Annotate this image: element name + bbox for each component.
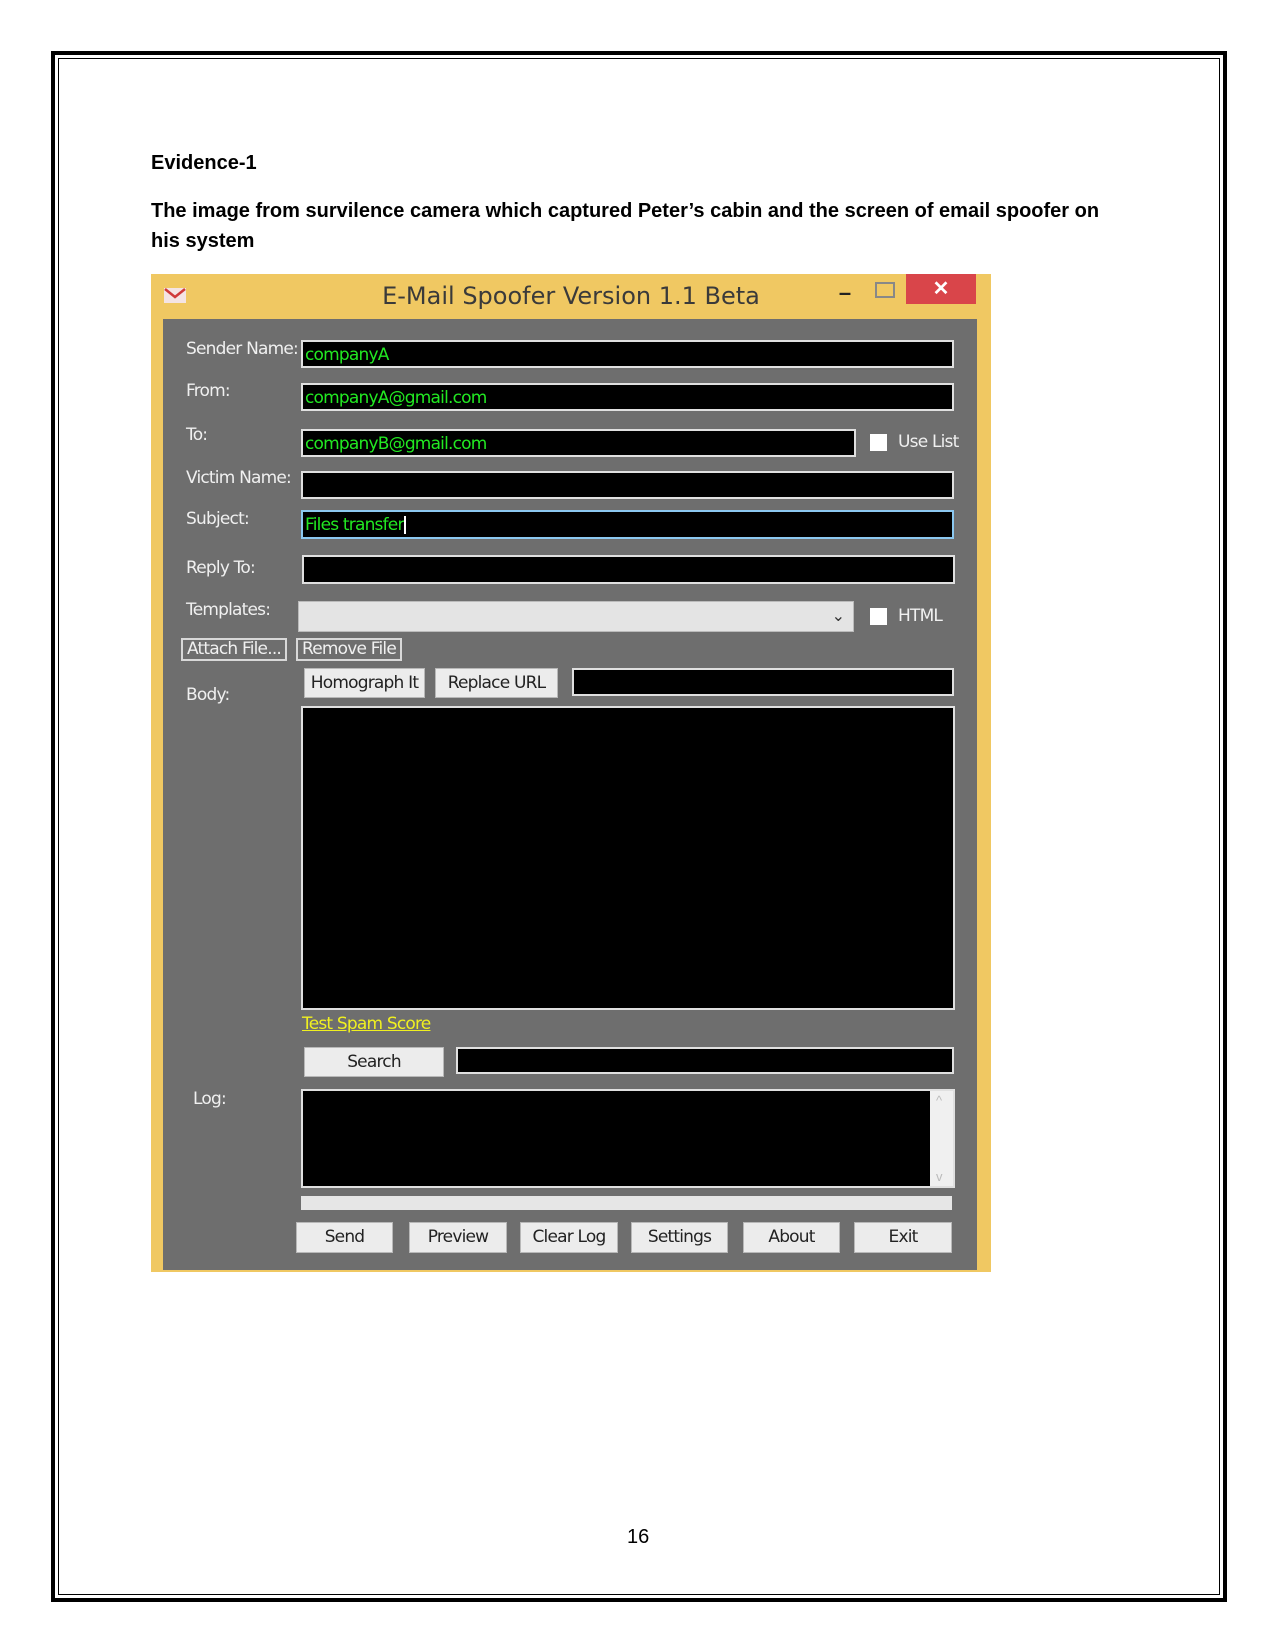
- scroll-up-icon[interactable]: ^: [936, 1093, 942, 1108]
- title-bar[interactable]: E-Mail Spoofer Version 1.1 Beta – ✕: [151, 274, 991, 319]
- reply-to-label: Reply To:: [186, 558, 256, 578]
- use-list-checkbox[interactable]: [870, 434, 887, 451]
- evidence-heading: Evidence-1: [151, 152, 257, 174]
- from-input[interactable]: companyA@gmail.com: [301, 383, 954, 411]
- log-label: Log:: [193, 1089, 227, 1109]
- exit-button[interactable]: Exit: [854, 1222, 952, 1253]
- log-textarea[interactable]: [301, 1089, 955, 1188]
- about-button[interactable]: About: [743, 1222, 840, 1253]
- attach-file-button[interactable]: Attach File...: [181, 638, 287, 661]
- progress-bar: [301, 1196, 952, 1210]
- remove-file-button[interactable]: Remove File: [296, 638, 402, 661]
- homograph-it-button[interactable]: Homograph It: [304, 668, 425, 698]
- search-button[interactable]: Search: [304, 1047, 444, 1077]
- html-checkbox[interactable]: [870, 608, 887, 625]
- use-list-label: Use List: [898, 432, 959, 452]
- replace-url-input[interactable]: [572, 668, 954, 696]
- maximize-button[interactable]: [875, 282, 895, 298]
- email-spoofer-window: E-Mail Spoofer Version 1.1 Beta – ✕ Send…: [151, 274, 991, 1272]
- replace-url-button[interactable]: Replace URL: [435, 668, 558, 698]
- subject-input[interactable]: Files transfer: [301, 510, 954, 539]
- form-panel: Sender Name: companyA From: companyA@gma…: [163, 319, 977, 1270]
- chevron-down-icon: ⌄: [831, 608, 845, 625]
- text-cursor: [403, 516, 406, 534]
- send-button[interactable]: Send: [296, 1222, 393, 1253]
- reply-to-input[interactable]: [302, 555, 955, 584]
- to-input[interactable]: companyB@gmail.com: [301, 429, 856, 457]
- victim-name-input[interactable]: [301, 471, 954, 499]
- log-scrollbar[interactable]: ^ v: [930, 1091, 953, 1186]
- from-label: From:: [186, 381, 231, 401]
- settings-button[interactable]: Settings: [631, 1222, 728, 1253]
- templates-label: Templates:: [186, 600, 271, 620]
- subject-label: Subject:: [186, 509, 250, 529]
- preview-button[interactable]: Preview: [409, 1222, 507, 1253]
- close-button[interactable]: ✕: [906, 274, 976, 304]
- page-number: 16: [627, 1526, 650, 1548]
- test-spam-score-link[interactable]: Test Spam Score: [302, 1014, 431, 1034]
- clear-log-button[interactable]: Clear Log: [520, 1222, 618, 1253]
- window-title: E-Mail Spoofer Version 1.1 Beta: [382, 282, 760, 310]
- templates-dropdown[interactable]: ⌄: [298, 601, 854, 632]
- sender-name-label: Sender Name:: [186, 339, 299, 359]
- subject-value: Files transfer: [305, 515, 404, 535]
- body-textarea[interactable]: [301, 706, 955, 1010]
- victim-name-label: Victim Name:: [186, 468, 292, 488]
- sender-name-input[interactable]: companyA: [301, 340, 954, 368]
- to-label: To:: [186, 425, 208, 445]
- scroll-down-icon[interactable]: v: [936, 1169, 943, 1184]
- html-label: HTML: [898, 606, 943, 626]
- evidence-description-line2: his system: [151, 230, 255, 252]
- minimize-button[interactable]: –: [831, 280, 859, 308]
- body-label: Body:: [186, 685, 230, 705]
- search-input[interactable]: [456, 1047, 954, 1074]
- evidence-description-line1: The image from survilence camera which c…: [151, 200, 1100, 222]
